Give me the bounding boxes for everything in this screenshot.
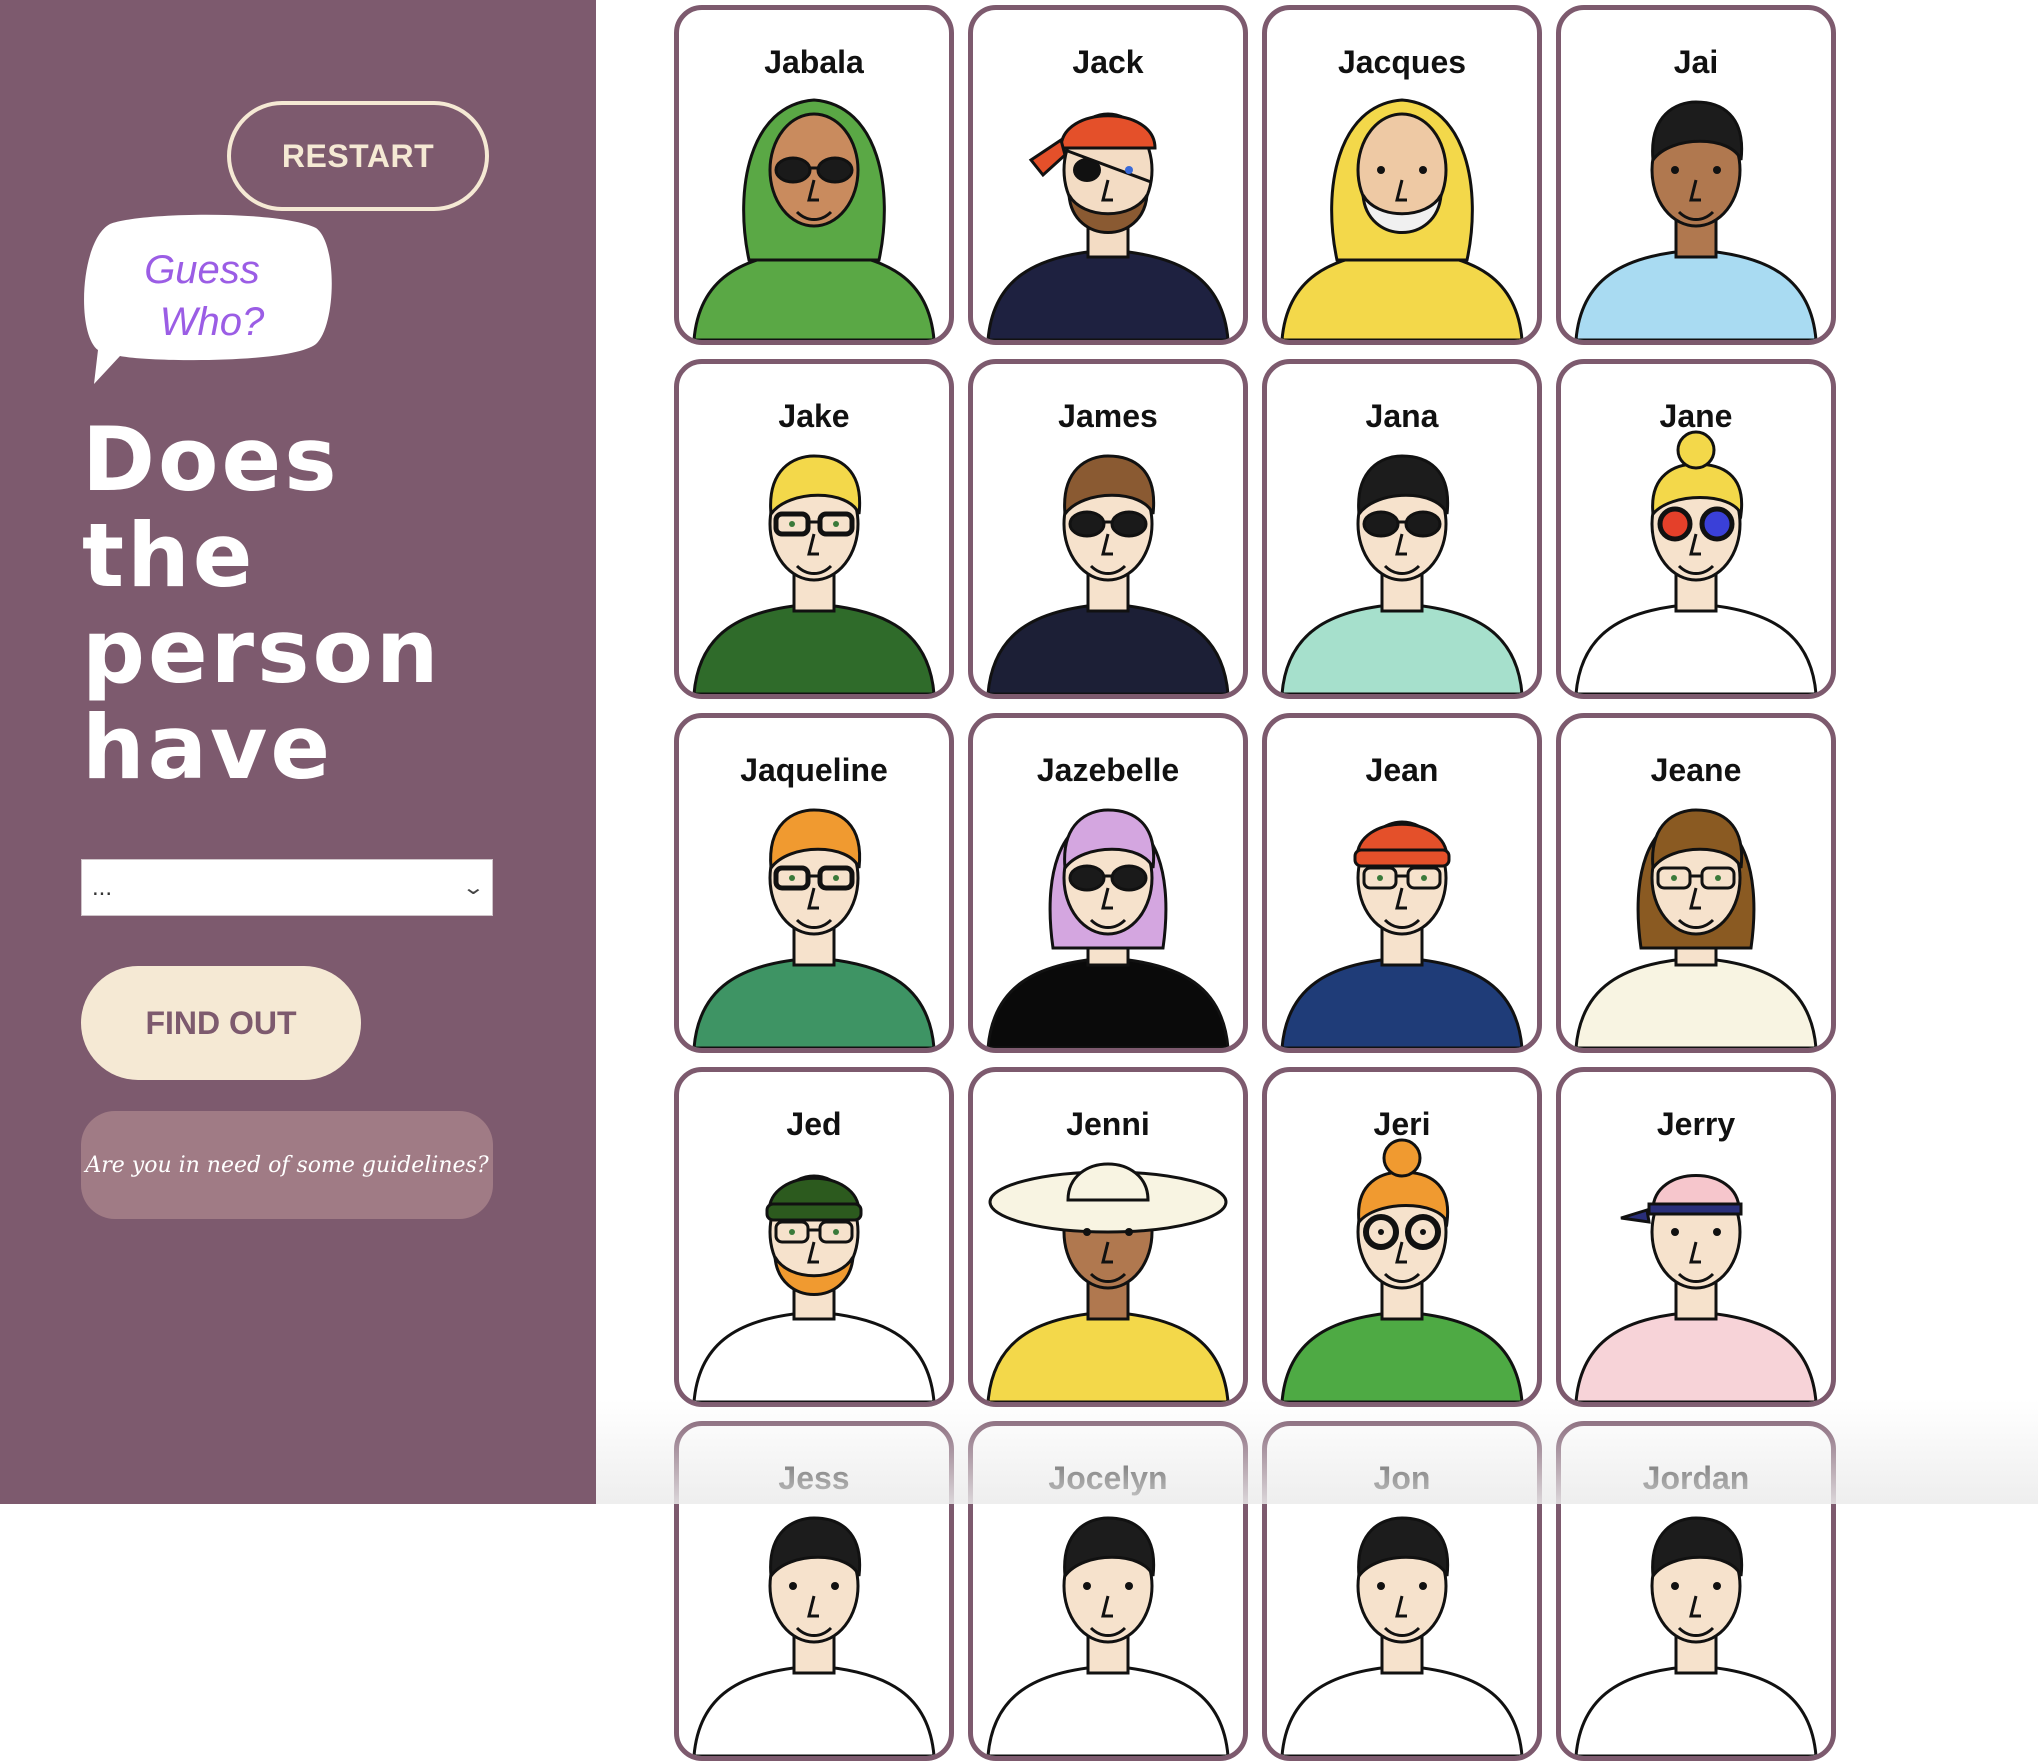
character-portrait-icon [692, 1174, 936, 1402]
character-portrait-icon [1574, 808, 1818, 1048]
character-card[interactable]: Jai [1556, 5, 1836, 345]
select-value: ... [92, 873, 113, 901]
character-card[interactable]: Jocelyn [968, 1421, 1248, 1761]
character-card[interactable]: Jake [674, 359, 954, 699]
character-card[interactable]: Jana [1262, 359, 1542, 699]
character-portrait-icon [1574, 430, 1818, 694]
character-portrait-icon [986, 1162, 1230, 1402]
character-portrait-icon [1280, 820, 1524, 1048]
character-card[interactable]: Jed [674, 1067, 954, 1407]
character-card[interactable]: Jess [674, 1421, 954, 1761]
character-card[interactable]: Jack [968, 5, 1248, 345]
character-portrait-icon [1280, 1516, 1524, 1756]
character-portrait-icon [986, 112, 1230, 340]
restart-button[interactable]: RESTART [227, 101, 489, 211]
logo-line-who: Who? [159, 300, 265, 344]
character-card[interactable]: Jean [1262, 713, 1542, 1053]
character-card[interactable]: Jeane [1556, 713, 1836, 1053]
character-card[interactable]: Jon [1262, 1421, 1542, 1761]
character-portrait-icon [1574, 1174, 1818, 1402]
character-portrait-icon [1574, 1516, 1818, 1756]
character-card[interactable]: Jaqueline [674, 713, 954, 1053]
question-heading: Does the person have [82, 412, 562, 796]
question-line: have [82, 696, 334, 799]
character-card[interactable]: Jacques [1262, 5, 1542, 345]
character-portrait-icon [986, 454, 1230, 694]
character-card[interactable]: Jeri [1262, 1067, 1542, 1407]
character-portrait-icon [986, 1516, 1230, 1756]
character-card[interactable]: Jabala [674, 5, 954, 345]
character-card[interactable]: Jenni [968, 1067, 1248, 1407]
find-out-button[interactable]: FIND OUT [81, 966, 361, 1080]
character-portrait-icon [692, 1516, 936, 1756]
character-portrait-icon [692, 454, 936, 694]
character-portrait-icon [692, 98, 936, 340]
logo-line-guess: Guess [144, 248, 260, 292]
character-portrait-icon [1280, 1138, 1524, 1402]
attribute-select[interactable]: ... ⌄ [81, 859, 493, 916]
chevron-down-icon: ⌄ [461, 877, 486, 899]
question-line: Does [82, 408, 340, 511]
character-portrait-icon [692, 808, 936, 1048]
guess-who-speech-bubble: Guess Who? [80, 214, 334, 384]
question-line: person [82, 600, 442, 703]
guidelines-button[interactable]: Are you in need of some guidelines? [81, 1111, 493, 1219]
character-card[interactable]: James [968, 359, 1248, 699]
character-portrait-icon [1280, 454, 1524, 694]
character-card[interactable]: Jazebelle [968, 713, 1248, 1053]
sidebar: RESTART Guess Who? Does the person have … [0, 0, 596, 1504]
question-line: the [82, 504, 256, 607]
character-portrait-icon [1574, 100, 1818, 340]
character-card[interactable]: Jordan [1556, 1421, 1836, 1761]
character-portrait-icon [986, 808, 1230, 1048]
character-card[interactable]: Jerry [1556, 1067, 1836, 1407]
character-card[interactable]: Jane [1556, 359, 1836, 699]
guess-who-logo-text: Guess Who? [80, 244, 334, 348]
character-portrait-icon [1280, 98, 1524, 340]
